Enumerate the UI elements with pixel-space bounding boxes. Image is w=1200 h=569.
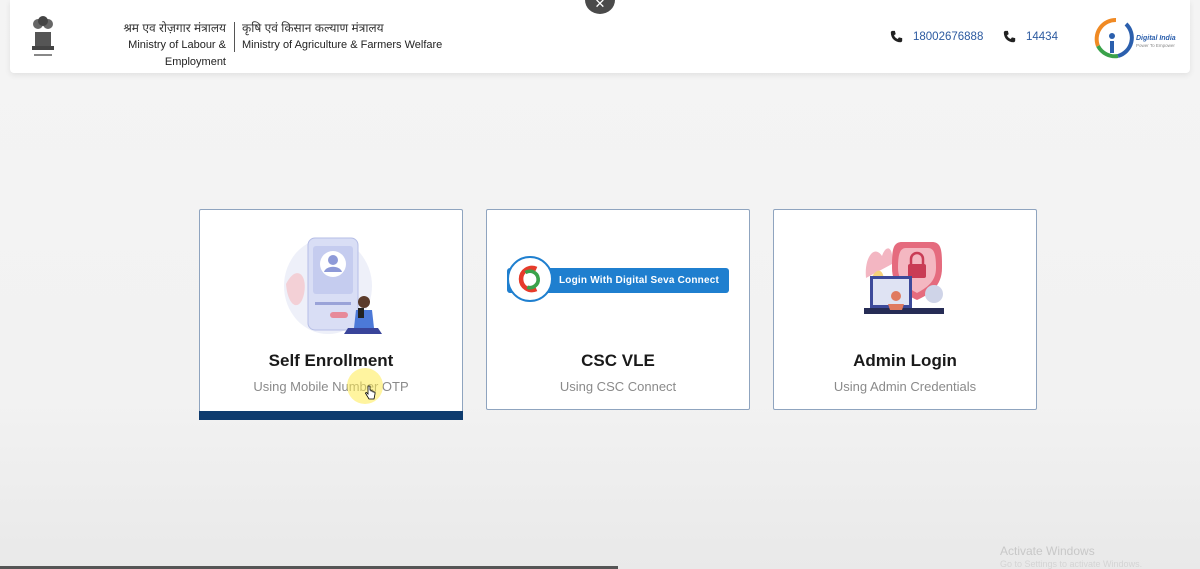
csc-button-label: Login With Digital Seva Connect [559, 275, 720, 286]
ministry-agri-english: Ministry of Agriculture & Farmers Welfar… [242, 39, 443, 51]
activate-windows-watermark: Activate Windows [1000, 544, 1095, 558]
header-divider [234, 22, 235, 52]
helpline-number[interactable]: 18002676888 [913, 31, 983, 43]
helpline-2[interactable]: 14434 [1003, 30, 1058, 43]
csc-vle-title: CSC VLE [581, 351, 655, 370]
digital-india-tagline: Power To Empower [1136, 43, 1175, 48]
phone-icon [1003, 30, 1016, 43]
selected-indicator-bar [199, 411, 463, 420]
self-enrollment-subtitle: Using Mobile Number OTP [253, 379, 409, 394]
phone-user-illustration [284, 237, 382, 334]
helpline-number[interactable]: 14434 [1026, 31, 1058, 43]
hand-cursor-icon [365, 385, 376, 400]
digital-india-text: Digital India [1136, 35, 1176, 42]
activate-windows-hint: Go to Settings to activate Windows. [1000, 559, 1143, 569]
lock-shield-illustration [864, 242, 944, 314]
ministry-agriculture: कृषि एवं किसान कल्याण मंत्रालय Ministry … [242, 20, 482, 54]
ministry-labour-english: Ministry of Labour & Employment [128, 39, 226, 68]
csc-logo-icon [507, 256, 553, 302]
helpline-1[interactable]: 18002676888 [890, 30, 983, 43]
phone-icon [890, 30, 903, 43]
self-enrollment-title: Self Enrollment [268, 351, 394, 370]
ministry-labour: श्रम एव रोज़गार मंत्रालय Ministry of Lab… [68, 20, 226, 71]
national-emblem-icon [32, 16, 54, 56]
admin-login-card[interactable]: Admin Login Using Admin Credentials [773, 209, 1037, 410]
csc-vle-card[interactable]: Login With Digital Seva Connect CSC VLE … [486, 209, 750, 410]
ministry-labour-hindi: श्रम एव रोज़गार मंत्रालय [123, 21, 226, 35]
ministry-agri-hindi: कृषि एवं किसान कल्याण मंत्रालय [242, 21, 384, 35]
admin-login-subtitle: Using Admin Credentials [833, 379, 977, 394]
self-enrollment-card[interactable]: Self Enrollment Using Mobile Number OTP [199, 209, 463, 420]
csc-vle-subtitle: Using CSC Connect [559, 379, 677, 394]
close-icon: ✕ [594, 0, 606, 11]
digital-india-logo: Digital India Power To Empower [1094, 17, 1176, 59]
admin-login-title: Admin Login [853, 351, 957, 370]
